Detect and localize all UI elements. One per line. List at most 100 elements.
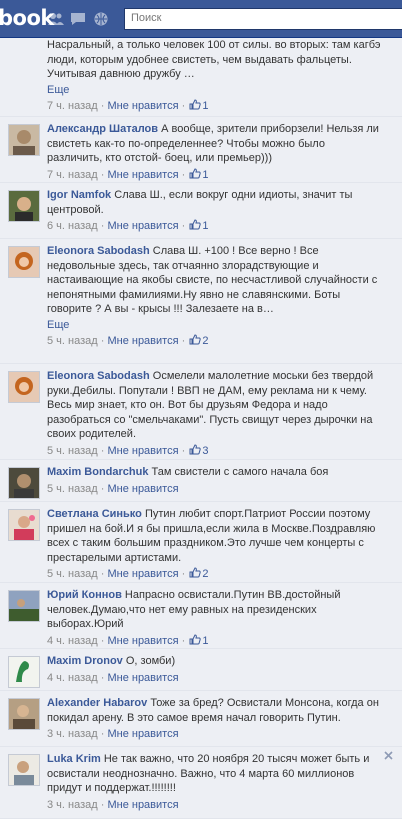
avatar[interactable] <box>8 754 40 786</box>
comment: Alexander Habarov Тоже за бред? Освистал… <box>0 691 402 747</box>
close-icon[interactable] <box>383 750 394 761</box>
comment-author[interactable]: Luka Krim <box>47 753 101 765</box>
avatar[interactable] <box>8 246 40 278</box>
messages-icon[interactable] <box>70 12 86 26</box>
comment-meta: 3 ч. назад · Мне нравится <box>47 728 179 740</box>
comment-author[interactable]: Юрий Коннов <box>47 589 122 601</box>
like-count[interactable]: 2 <box>202 335 208 347</box>
friend-requests-icon[interactable] <box>48 12 64 26</box>
comment-meta: 5 ч. назад · Мне нравится · 2 <box>47 567 209 580</box>
comment-author[interactable]: Eleonora Sabodash <box>47 370 150 382</box>
like-count[interactable]: 1 <box>202 220 208 232</box>
like-link[interactable]: Мне нравится <box>107 220 178 232</box>
comment-meta: 5 ч. назад · Мне нравится · 3 <box>47 443 209 457</box>
comment-body: Maxim Dronov О, зомби) 4 ч. назад · Мне … <box>47 654 383 685</box>
comment-time[interactable]: 5 ч. назад <box>47 335 98 347</box>
comment-time[interactable]: 4 ч. назад <box>47 672 98 684</box>
like-count[interactable]: 1 <box>202 635 208 647</box>
comment-time[interactable]: 4 ч. назад <box>47 635 98 647</box>
avatar[interactable] <box>8 590 40 622</box>
avatar[interactable] <box>8 124 40 156</box>
comment-author[interactable]: Igor Namfok <box>47 189 111 201</box>
comment-author[interactable]: Светлана Синько <box>47 508 142 520</box>
comment-author[interactable]: Maxim Bondarchuk <box>47 466 148 478</box>
comment-time[interactable]: 5 ч. назад <box>47 445 98 457</box>
comment-time[interactable]: 5 ч. назад <box>47 483 98 495</box>
comment: Eleonora Sabodash Осмелели малолетние мо… <box>0 364 402 460</box>
facebook-logo[interactable]: book <box>0 6 54 30</box>
comment: Юрий Коннов Напрасно освистали.Путин ВВ.… <box>0 583 402 649</box>
comment: Maxim Dronov О, зомби) 4 ч. назад · Мне … <box>0 649 402 691</box>
comment-body: Александр Шаталов А вообще, зрители приб… <box>47 122 383 182</box>
like-count[interactable]: 3 <box>202 445 208 457</box>
comment-body: Юрий Коннов Напрасно освистали.Путин ВВ.… <box>47 588 383 648</box>
like-link[interactable]: Мне нравится <box>107 335 178 347</box>
avatar[interactable] <box>8 698 40 730</box>
comment-meta: 6 ч. назад · Мне нравится · 1 <box>47 219 209 232</box>
comment-body: Alexander Habarov Тоже за бред? Освистал… <box>47 696 383 741</box>
comment-author[interactable]: Maxim Dronov <box>47 655 123 667</box>
comment-author[interactable]: Eleonora Sabodash <box>47 245 150 257</box>
notifications-icon[interactable] <box>93 12 109 26</box>
comments-list: Насральный, а только человек 100 от силы… <box>0 38 402 819</box>
comment-time[interactable]: 3 ч. назад <box>47 799 98 811</box>
see-more-link[interactable]: Еще <box>47 83 383 98</box>
comment-text: Там свистели с самого начала боя <box>151 466 329 478</box>
avatar[interactable] <box>8 656 40 688</box>
thumbs-up-icon <box>189 99 201 110</box>
comment-author[interactable]: Александр Шаталов <box>47 123 158 135</box>
comment-meta: 7 ч. назад · Мне нравится · 1 <box>47 99 209 112</box>
see-more-link[interactable]: Еще <box>47 318 383 333</box>
comment-body: Igor Namfok Слава Ш., если вокруг одни и… <box>47 188 383 233</box>
comment-body: Eleonora Sabodash Осмелели малолетние мо… <box>47 369 383 458</box>
like-link[interactable]: Мне нравится <box>107 635 178 647</box>
like-link[interactable]: Мне нравится <box>107 100 178 112</box>
avatar[interactable] <box>8 467 40 499</box>
comment-time[interactable]: 3 ч. назад <box>47 728 98 740</box>
comment: Насральный, а только человек 100 от силы… <box>0 38 402 117</box>
comment: Светлана Синько Путин любит спорт.Патрио… <box>0 502 402 583</box>
comment-body: Насральный, а только человек 100 от силы… <box>47 38 383 113</box>
avatar[interactable] <box>8 371 40 403</box>
thumbs-up-icon <box>189 219 201 230</box>
like-count[interactable]: 1 <box>202 100 208 112</box>
comment-time[interactable]: 7 ч. назад <box>47 100 98 112</box>
comment-time[interactable]: 6 ч. назад <box>47 220 98 232</box>
thumbs-up-icon <box>189 567 201 578</box>
comment: Eleonora Sabodash Слава Ш. +100 ! Все ве… <box>0 239 402 364</box>
search-input[interactable]: Поиск <box>124 8 402 30</box>
comment: Luka Krim Не так важно, что 20 ноября 20… <box>0 747 402 819</box>
comment-meta: 4 ч. назад · Мне нравится · 1 <box>47 633 209 647</box>
comment: Igor Namfok Слава Ш., если вокруг одни и… <box>0 183 402 239</box>
comment-author[interactable]: Alexander Habarov <box>47 697 147 709</box>
top-bar: book Поиск <box>0 0 402 38</box>
comment-meta: 5 ч. назад · Мне нравится · 2 <box>47 334 209 347</box>
comment-meta: 7 ч. назад · Мне нравится · 1 <box>47 167 209 181</box>
like-link[interactable]: Мне нравится <box>107 568 178 580</box>
like-link[interactable]: Мне нравится <box>107 169 178 181</box>
thumbs-up-icon <box>189 633 201 645</box>
comment-body: Luka Krim Не так важно, что 20 ноября 20… <box>47 752 383 812</box>
comment: Maxim Bondarchuk Там свистели с самого н… <box>0 460 402 502</box>
avatar[interactable] <box>8 190 40 222</box>
thumbs-up-icon <box>189 167 201 179</box>
comment-meta: 3 ч. назад · Мне нравится <box>47 798 179 811</box>
like-link[interactable]: Мне нравится <box>107 483 178 495</box>
comment: Александр Шаталов А вообще, зрители приб… <box>0 117 402 183</box>
like-count[interactable]: 1 <box>202 169 208 181</box>
comment-meta: 4 ч. назад · Мне нравится <box>47 671 179 684</box>
avatar[interactable] <box>8 509 40 541</box>
thumbs-up-icon <box>189 443 201 455</box>
comment-meta: 5 ч. назад · Мне нравится <box>47 482 179 495</box>
like-link[interactable]: Мне нравится <box>107 728 178 740</box>
like-link[interactable]: Мне нравится <box>107 672 178 684</box>
like-link[interactable]: Мне нравится <box>107 445 178 457</box>
comment-text: О, зомби) <box>125 655 176 667</box>
comment-time[interactable]: 5 ч. назад <box>47 568 98 580</box>
thumbs-up-icon <box>189 334 201 345</box>
comment-time[interactable]: 7 ч. назад <box>47 169 98 181</box>
comment-body: Eleonora Sabodash Слава Ш. +100 ! Все ве… <box>47 244 383 348</box>
like-count[interactable]: 2 <box>202 568 208 580</box>
like-link[interactable]: Мне нравится <box>107 799 178 811</box>
comment-body: Светлана Синько Путин любит спорт.Патрио… <box>47 507 383 581</box>
